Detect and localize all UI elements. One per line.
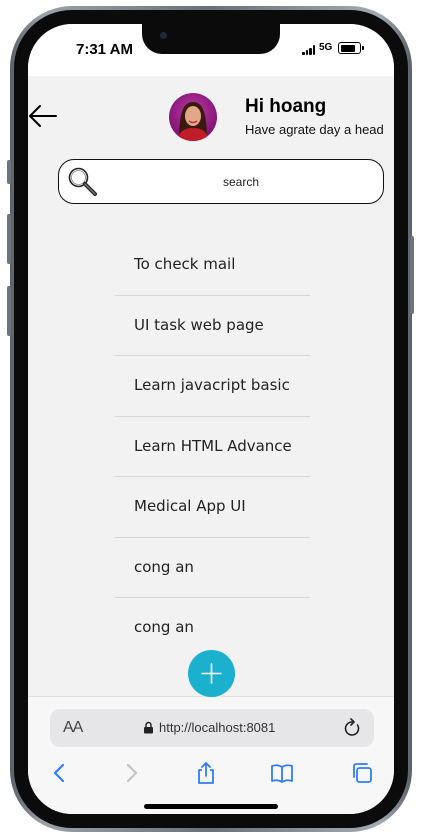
chevron-left-icon[interactable] — [48, 761, 72, 785]
arrow-left-icon[interactable] — [28, 104, 58, 128]
status-time: 7:31 AM — [76, 41, 133, 58]
list-item[interactable]: cong an — [115, 538, 310, 598]
phone-screen: 7:31 AM 5G Hi hoang Have agrate day a he… — [28, 24, 394, 814]
mute-switch — [7, 160, 11, 184]
volume-up-button — [7, 214, 11, 264]
list-item[interactable]: Learn javacript basic — [115, 356, 310, 417]
status-bar: 7:31 AM 5G — [28, 24, 394, 76]
share-icon[interactable] — [194, 761, 218, 785]
search-bar[interactable]: search — [58, 159, 384, 204]
list-item[interactable]: To check mail — [115, 235, 310, 296]
notch — [142, 24, 280, 54]
home-indicator — [144, 804, 278, 809]
tabs-icon[interactable] — [350, 761, 374, 785]
volume-down-button — [7, 286, 11, 336]
reload-icon[interactable] — [343, 718, 361, 738]
task-list: To check mail UI task web page Learn jav… — [115, 235, 310, 659]
url-text: http://localhost:8081 — [159, 720, 276, 735]
list-item[interactable]: Medical App UI — [115, 477, 310, 538]
search-icon — [68, 167, 97, 196]
power-button — [410, 236, 414, 314]
avatar — [169, 93, 217, 141]
network-type: 5G — [319, 42, 333, 53]
book-icon[interactable] — [270, 761, 294, 785]
browser-toolbar: AA http://localhost:8081 — [28, 696, 394, 814]
greeting: Hi hoang — [245, 96, 327, 117]
lock-icon — [144, 721, 153, 734]
search-input[interactable]: search — [99, 160, 383, 205]
add-task-button[interactable] — [188, 650, 235, 697]
list-item[interactable]: UI task web page — [115, 296, 310, 356]
list-item[interactable]: Learn HTML Advance — [115, 417, 310, 477]
signal-icon — [302, 45, 316, 55]
plus-icon — [201, 663, 222, 684]
reader-options-button[interactable]: AA — [63, 719, 83, 737]
battery-icon — [338, 42, 364, 54]
chevron-right-icon[interactable] — [119, 761, 143, 785]
greeting-subtitle: Have agrate day a head — [245, 122, 384, 137]
front-camera — [160, 32, 167, 39]
address-bar[interactable]: AA http://localhost:8081 — [50, 709, 374, 747]
